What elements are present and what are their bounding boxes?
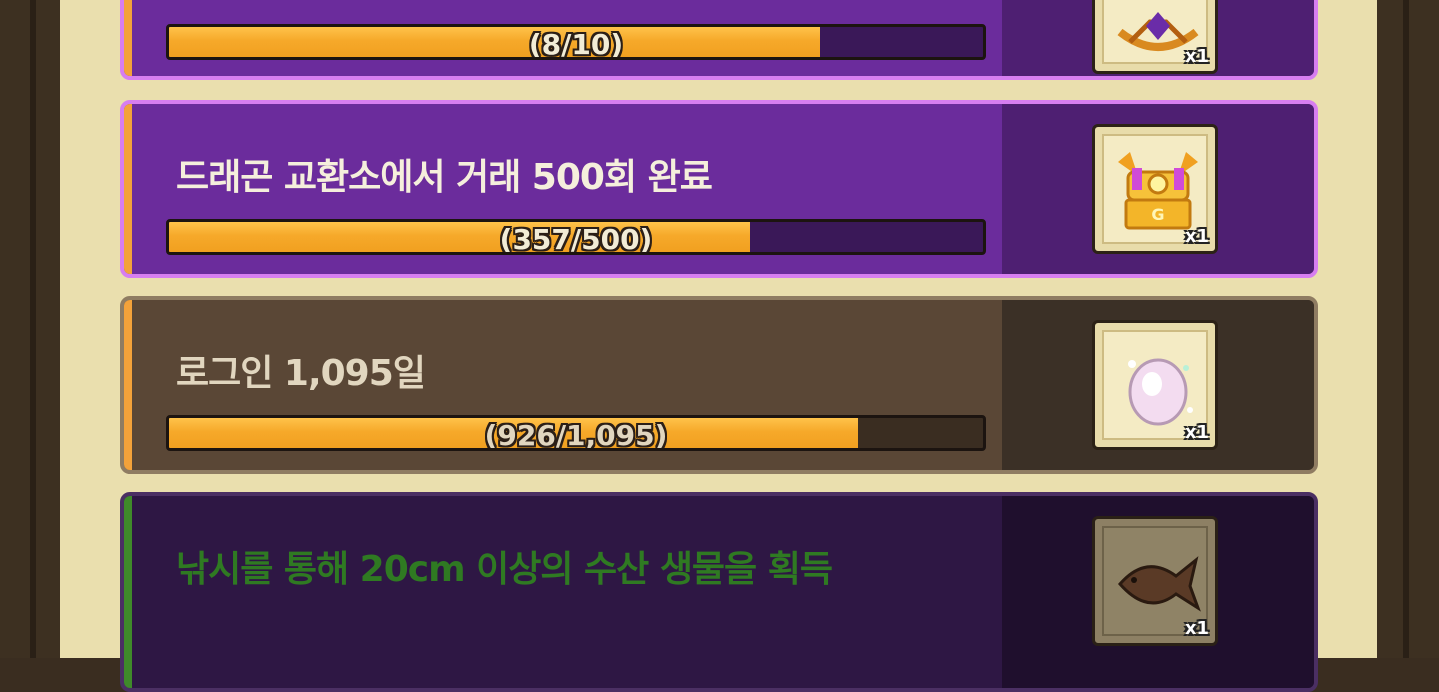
mission-status-stripe — [124, 104, 132, 274]
reward-slot[interactable]: x1 — [1092, 516, 1218, 646]
reward-slot[interactable]: G x1 — [1092, 124, 1218, 254]
mission-card[interactable]: 드래곤 교환소에서 거래 500회 완료 (357/500) G x1 — [120, 100, 1318, 278]
mission-card[interactable]: 낚시를 통해 20cm 이상의 수산 생물을 획득 x1 — [120, 492, 1318, 692]
mission-title: 로그인 1,095일 — [176, 353, 426, 394]
left-frame-edge — [30, 0, 36, 658]
mission-card[interactable]: (8/10) x1 — [120, 0, 1318, 80]
reward-quantity: x1 — [1184, 226, 1209, 247]
pink-egg-icon — [1128, 358, 1193, 426]
reward-slot[interactable]: x1 — [1092, 0, 1218, 74]
right-frame — [1377, 0, 1439, 658]
right-frame-edge — [1403, 0, 1409, 658]
mission-title: 낚시를 통해 20cm 이상의 수산 생물을 획득 — [176, 549, 833, 590]
svg-text:G: G — [1151, 205, 1164, 224]
reward-slot[interactable]: x1 — [1092, 320, 1218, 450]
mission-status-stripe — [124, 0, 132, 76]
mission-card[interactable]: 로그인 1,095일 (926/1,095) x1 — [120, 296, 1318, 474]
progress-bar: (8/10) — [166, 24, 986, 60]
mission-title: 드래곤 교환소에서 거래 500회 완료 — [176, 157, 713, 198]
mission-status-stripe — [124, 300, 132, 470]
mission-status-stripe — [124, 496, 132, 688]
reward-quantity: x1 — [1184, 422, 1209, 443]
left-frame — [0, 0, 60, 658]
golden-treasure-chest-icon: G — [1118, 152, 1198, 230]
fish-icon — [1118, 556, 1201, 612]
reward-quantity: x1 — [1184, 46, 1209, 67]
progress-bar: (926/1,095) — [166, 415, 986, 451]
reward-quantity: x1 — [1184, 618, 1209, 639]
progress-bar: (357/500) — [166, 219, 986, 255]
progress-text: (357/500) — [499, 223, 653, 255]
progress-text: (926/1,095) — [484, 419, 668, 451]
progress-text: (8/10) — [528, 28, 624, 60]
